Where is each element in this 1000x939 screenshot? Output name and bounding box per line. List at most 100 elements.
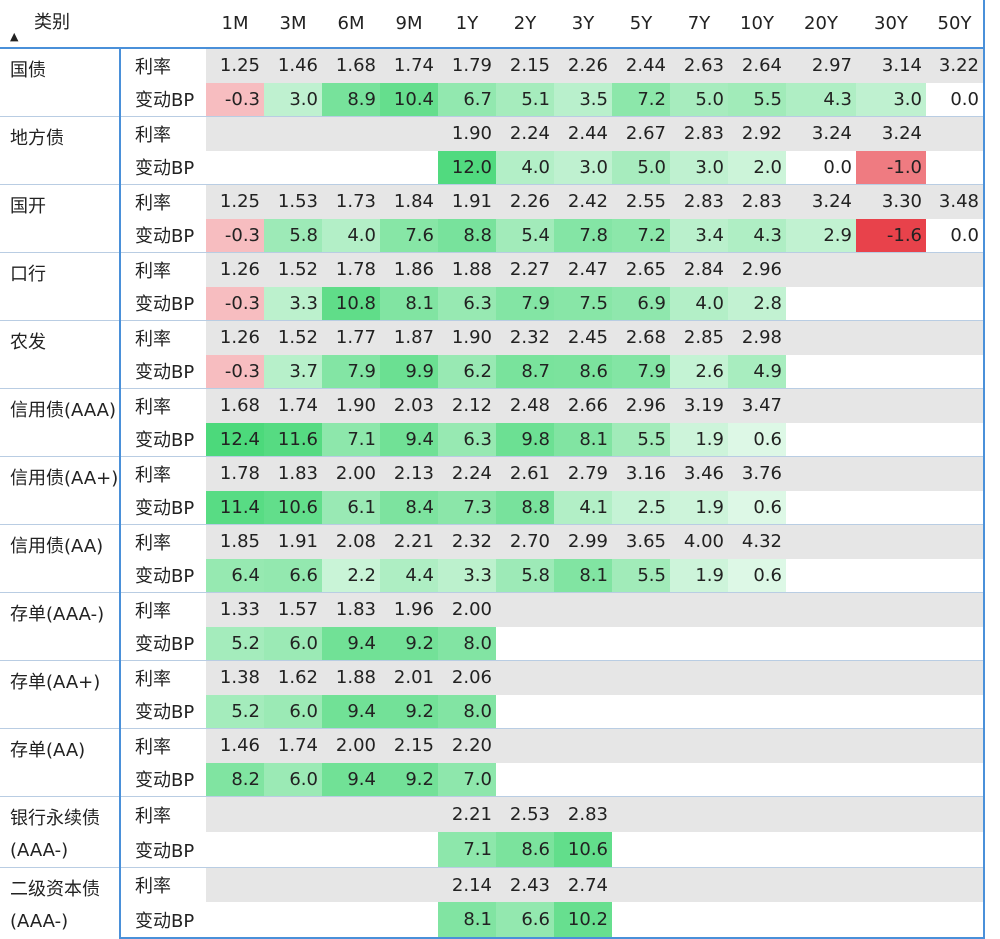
rate-cell-9m: 2.15: [380, 728, 438, 763]
column-header-2y[interactable]: 2Y: [496, 0, 554, 49]
column-header-3y[interactable]: 3Y: [554, 0, 612, 49]
change-cell-3m: [264, 902, 322, 939]
change-cell-30y: -1.6: [856, 218, 926, 253]
change-cell-3y: 3.5: [554, 82, 612, 117]
rate-cell-1m: [206, 867, 264, 903]
change-cell-1y: 8.1: [438, 902, 496, 939]
change-cell-3m: 3.0: [264, 82, 322, 117]
rate-cell-50y: [926, 728, 985, 763]
rate-cell-1m: 1.68: [206, 388, 264, 423]
column-header-50y[interactable]: 50Y: [926, 0, 985, 49]
sort-ascending-icon[interactable]: ▲: [10, 31, 18, 42]
column-header-3m[interactable]: 3M: [264, 0, 322, 49]
rate-cell-50y: [926, 388, 985, 423]
rate-cell-3m: 1.83: [264, 456, 322, 491]
change-cell-10y: 0.6: [728, 422, 786, 457]
rate-cell-2y: 2.70: [496, 524, 554, 559]
change-cell-5y: 7.9: [612, 354, 670, 389]
change-cell-50y: 0.0: [926, 218, 985, 253]
change-cell-9m: 9.2: [380, 626, 438, 661]
rate-cell-10y: [728, 796, 786, 832]
rate-cell-9m: 1.96: [380, 592, 438, 627]
rate-cell-5y: [612, 796, 670, 832]
rate-cell-10y: 2.64: [728, 47, 786, 83]
rate-cell-6m: 1.77: [322, 320, 380, 355]
column-header-6m[interactable]: 6M: [322, 0, 380, 49]
rate-cell-20y: [786, 252, 856, 287]
change-cell-2y: 8.7: [496, 354, 554, 389]
change-cell-1m: -0.3: [206, 354, 264, 389]
table-row: 变动BP -0.3 3.3 10.8 8.1 6.3 7.9 7.5 6.9 4.0 2.8: [0, 286, 985, 321]
column-header-7y[interactable]: 7Y: [670, 0, 728, 49]
table-row: 变动BP 8.2 6.0 9.4 9.2 7.0: [0, 762, 985, 797]
rate-cell-10y: [728, 660, 786, 695]
rate-cell-6m: 2.08: [322, 524, 380, 559]
column-header-5y[interactable]: 5Y: [612, 0, 670, 49]
column-header-9m[interactable]: 9M: [380, 0, 438, 49]
change-cell-3y: 3.0: [554, 150, 612, 185]
rate-cell-20y: [786, 592, 856, 627]
change-cell-7y: 1.9: [670, 422, 728, 457]
change-cell-3y: [554, 762, 612, 797]
rate-cell-6m: 1.88: [322, 660, 380, 695]
change-cell-2y: [496, 694, 554, 729]
rate-cell-30y: 3.30: [856, 184, 926, 219]
column-header-1m[interactable]: 1M: [206, 0, 264, 49]
change-cell-10y: 2.0: [728, 150, 786, 185]
rate-cell-1y: 1.90: [438, 116, 496, 151]
rate-cell-30y: [856, 524, 926, 559]
change-cell-2y: 9.8: [496, 422, 554, 457]
rate-cell-30y: [856, 796, 926, 832]
change-cell-10y: 4.9: [728, 354, 786, 389]
table-row: 国开 利率 1.25 1.53 1.73 1.84 1.91 2.26 2.42 2.55 2.83…: [0, 184, 985, 253]
table-row: 变动BP -0.3 3.0 8.9 10.4 6.7 5.1 3.5 7.2 5.0 5.5 4.3 3…: [0, 82, 985, 117]
rate-cell-3y: 2.26: [554, 47, 612, 83]
change-cell-5y: 2.5: [612, 490, 670, 525]
change-cell-6m: 4.0: [322, 218, 380, 253]
rate-cell-7y: [670, 796, 728, 832]
change-cell-2y: 8.6: [496, 832, 554, 868]
rate-cell-30y: [856, 592, 926, 627]
change-cell-2y: 8.8: [496, 490, 554, 525]
column-header-1y[interactable]: 1Y: [438, 0, 496, 49]
table-row: 变动BP 6.4 6.6 2.2 4.4 3.3 5.8 8.1 5.5 1.9 0.6: [0, 558, 985, 593]
change-cell-50y: [926, 902, 985, 939]
rate-cell-5y: [612, 728, 670, 763]
rate-cell-3m: 1.57: [264, 592, 322, 627]
rate-cell-3m: 1.53: [264, 184, 322, 219]
rate-cell-1y: 1.91: [438, 184, 496, 219]
change-cell-3y: 10.2: [554, 902, 612, 939]
change-cell-50y: [926, 832, 985, 868]
table-row: 变动BP 11.4 10.6 6.1 8.4 7.3 8.8 4.1 2.5 1.9 0.6: [0, 490, 985, 525]
rate-cell-3m: 1.52: [264, 252, 322, 287]
yield-table-view: ▲ 类别 1M 3M 6M 9M 1Y 2Y 3Y 5Y 7Y 10Y 20Y 30Y 50Y 国债 利率…: [0, 0, 1000, 939]
change-cell-1y: 3.3: [438, 558, 496, 593]
row-type-change: 变动BP: [119, 354, 206, 389]
change-cell-7y: [670, 902, 728, 939]
category-header[interactable]: ▲ 类别: [0, 0, 206, 49]
rate-cell-1m: 1.46: [206, 728, 264, 763]
change-cell-3y: 7.8: [554, 218, 612, 253]
table-row: 变动BP -0.3 5.8 4.0 7.6 8.8 5.4 7.8 7.2 3.4 4.3 2.9 -1…: [0, 218, 985, 253]
table-row: 地方债 利率 1.90 2.24 2.44 2.67 2.83 2.92 3.24 3.24: [0, 116, 985, 185]
change-cell-1m: 5.2: [206, 626, 264, 661]
column-header-20y[interactable]: 20Y: [786, 0, 856, 49]
rate-cell-6m: 2.00: [322, 456, 380, 491]
rate-cell-5y: 2.96: [612, 388, 670, 423]
row-type-rate: 利率: [119, 867, 206, 903]
rate-cell-7y: 4.00: [670, 524, 728, 559]
rate-cell-20y: [786, 796, 856, 832]
rate-cell-9m: 1.84: [380, 184, 438, 219]
rate-cell-5y: 3.16: [612, 456, 670, 491]
rate-cell-1y: 2.14: [438, 867, 496, 903]
column-header-10y[interactable]: 10Y: [728, 0, 786, 49]
rate-cell-7y: 2.83: [670, 116, 728, 151]
rate-cell-1y: 2.12: [438, 388, 496, 423]
column-header-30y[interactable]: 30Y: [856, 0, 926, 49]
row-type-change: 变动BP: [119, 832, 206, 868]
category-label: 存单(AA+): [0, 660, 120, 729]
change-cell-10y: 0.6: [728, 490, 786, 525]
change-cell-7y: [670, 626, 728, 661]
category-label: 地方债: [0, 116, 120, 185]
rate-cell-6m: [322, 116, 380, 151]
